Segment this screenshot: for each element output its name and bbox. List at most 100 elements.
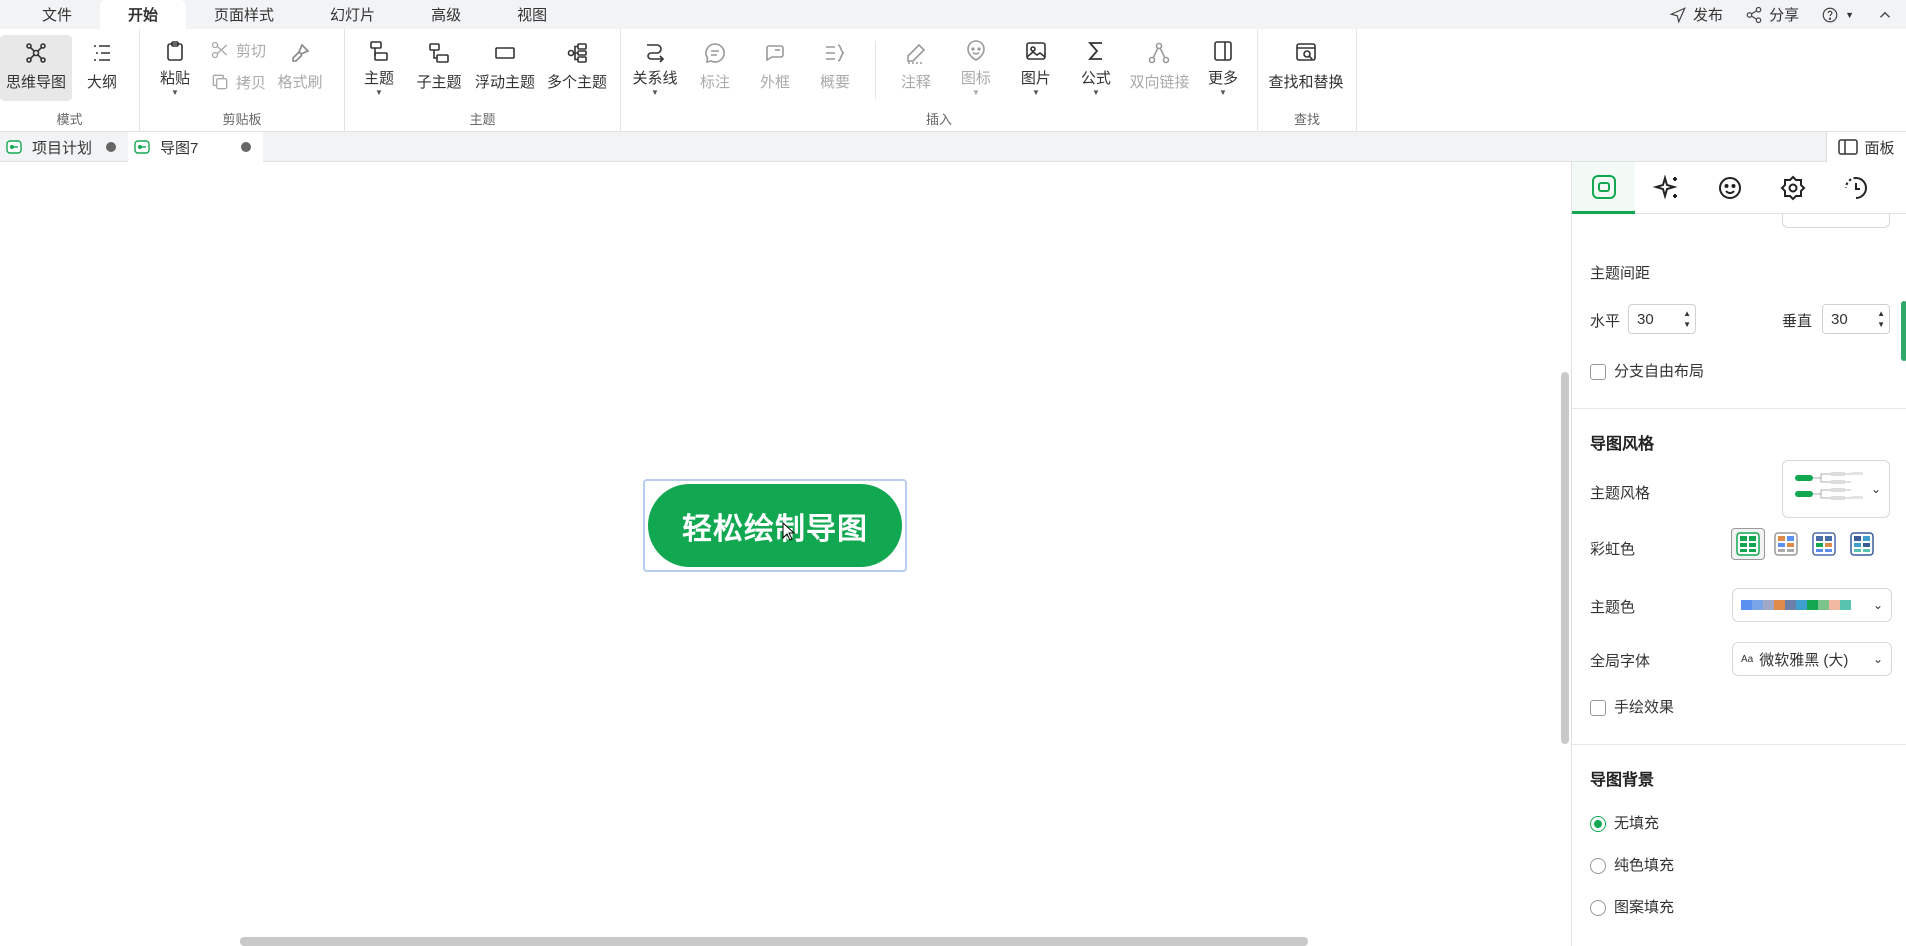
hand-drawn-checkbox[interactable]: [1590, 700, 1606, 717]
multi-topic-button[interactable]: 多个主题: [541, 35, 613, 101]
outline-mode-button[interactable]: 大纲: [72, 35, 132, 101]
free-layout-checkbox[interactable]: [1590, 364, 1606, 381]
image-icon: [1026, 42, 1046, 60]
bg-pattern-row[interactable]: 图案填充: [1590, 896, 1674, 917]
mindmap-mode-button[interactable]: 思维导图: [0, 35, 73, 101]
clipboard-icon: [167, 41, 183, 61]
bg-solid-radio[interactable]: [1590, 858, 1606, 875]
summary-button[interactable]: 概要: [805, 35, 865, 101]
rainbow-option-3[interactable]: [1807, 528, 1841, 560]
horizontal-spacing-stepper[interactable]: 30 ▲ ▼: [1628, 304, 1696, 334]
callout-icon: [705, 43, 725, 64]
clipped-select[interactable]: [1782, 214, 1890, 228]
rainbow-option-4[interactable]: [1845, 528, 1879, 560]
more-icon: [1214, 41, 1232, 61]
help-icon: [1822, 7, 1838, 22]
central-topic[interactable]: 轻松绘制导图: [648, 484, 902, 567]
rainbow-grid-icon: [1736, 532, 1760, 556]
bg-none-row[interactable]: 无填充: [1590, 812, 1659, 833]
formula-label: 公式: [1080, 70, 1111, 87]
right-panel: 主题间距 水平 30 ▲ ▼ 垂直 30 ▲ ▼ 分支自由布局 导图风格 主题风格: [1571, 162, 1906, 946]
topic-style-select[interactable]: ⌄: [1782, 460, 1890, 518]
bg-solid-label: 纯色填充: [1614, 857, 1675, 874]
global-font-select[interactable]: Aa 微软雅黑 (大) ⌄: [1732, 642, 1892, 676]
group-label-find: 查找: [1293, 112, 1320, 127]
menu-tab-slides[interactable]: 幻灯片: [302, 0, 403, 29]
menu-tab-advanced[interactable]: 高级: [403, 0, 489, 29]
hand-drawn-row[interactable]: 手绘效果: [1590, 696, 1674, 717]
floating-topic-button[interactable]: 浮动主题: [469, 35, 541, 101]
unsaved-dot-icon[interactable]: [241, 142, 251, 152]
copy-icon: [212, 74, 228, 90]
more-button[interactable]: 更多 ▼: [1193, 35, 1253, 101]
theme-color-swatch: [1840, 600, 1851, 610]
relation-line-button[interactable]: 关系线 ▼: [625, 35, 685, 101]
rainbow-option-2[interactable]: [1769, 528, 1803, 560]
doc-tab-map7[interactable]: 导图7: [128, 132, 263, 162]
menu-tab-page-style[interactable]: 页面样式: [186, 0, 302, 29]
mindmap-mode-label: 思维导图: [6, 74, 67, 91]
panel-scrollbar[interactable]: [1901, 301, 1906, 361]
panel-tab-theme[interactable]: [1761, 162, 1824, 214]
vertical-spacing-stepper[interactable]: 30 ▲ ▼: [1822, 304, 1890, 334]
vertical-scrollbar[interactable]: [1561, 372, 1569, 744]
bilink-button[interactable]: 双向链接: [1126, 35, 1193, 101]
divider: [1572, 408, 1906, 409]
dropdown-caret-icon: ▼: [1845, 9, 1854, 20]
chevron-down-icon: ⌄: [1870, 482, 1881, 496]
panel-tab-style[interactable]: [1572, 162, 1635, 214]
topic-button[interactable]: 主题 ▼: [349, 35, 409, 101]
style-icon: [1591, 174, 1616, 199]
menu-tab-home[interactable]: 开始: [100, 0, 187, 29]
multi-topic-icon: [567, 43, 587, 63]
bg-none-label: 无填充: [1614, 815, 1660, 832]
topic-icon: [370, 41, 388, 61]
bg-pattern-radio[interactable]: [1590, 900, 1606, 917]
more-dropdown-icon: ▼: [1219, 88, 1227, 97]
find-replace-button[interactable]: 查找和替换: [1262, 35, 1350, 101]
format-painter-button[interactable]: 格式刷: [270, 35, 330, 101]
summary-label: 概要: [819, 74, 850, 91]
unsaved-dot-icon[interactable]: [106, 142, 116, 152]
panel-tab-icons[interactable]: [1698, 162, 1761, 214]
doc-tab-project-plan[interactable]: 项目计划: [0, 132, 128, 162]
subtopic-button[interactable]: 子主题: [409, 35, 469, 101]
send-icon: [1669, 6, 1686, 24]
share-button[interactable]: 分享: [1745, 4, 1799, 25]
panel-toggle-button[interactable]: 面板: [1826, 132, 1906, 162]
collapse-ribbon-button[interactable]: [1876, 6, 1894, 24]
cut-button[interactable]: 剪切: [206, 37, 270, 63]
rainbow-option-1[interactable]: [1731, 528, 1765, 560]
icon-button[interactable]: 图标 ▼: [946, 35, 1006, 101]
history-icon: [1844, 177, 1867, 199]
note-label: 注释: [900, 74, 931, 91]
callout-button[interactable]: 标注: [685, 35, 745, 101]
panel-tab-history[interactable]: [1824, 162, 1887, 214]
ribbon: 思维导图 大纲 模式 粘贴 ▼ 剪切 拷贝 格式刷 剪贴板 主题 ▼ 子主题 浮…: [0, 29, 1906, 132]
horizontal-scrollbar[interactable]: [240, 937, 1308, 946]
paste-button[interactable]: 粘贴 ▼: [144, 35, 206, 101]
stepper-arrows-icon[interactable]: ▲ ▼: [1877, 308, 1885, 330]
bg-solid-row[interactable]: 纯色填充: [1590, 854, 1674, 875]
publish-button[interactable]: 发布: [1669, 4, 1723, 25]
image-button[interactable]: 图片 ▼: [1006, 35, 1066, 101]
theme-color-swatch: [1807, 600, 1818, 610]
boundary-button[interactable]: 外框: [745, 35, 805, 101]
formula-button[interactable]: 公式 ▼: [1066, 35, 1126, 101]
emoji-icon: [967, 40, 985, 61]
panel-tab-ai[interactable]: [1635, 162, 1698, 214]
help-button[interactable]: ▼: [1821, 6, 1854, 24]
relation-line-label: 关系线: [632, 70, 678, 87]
note-button[interactable]: 注释: [886, 35, 946, 101]
bg-none-radio[interactable]: [1590, 816, 1606, 833]
stepper-arrows-icon[interactable]: ▲ ▼: [1683, 308, 1691, 330]
menu-tab-file[interactable]: 文件: [14, 0, 100, 29]
copy-button[interactable]: 拷贝: [206, 69, 270, 95]
menu-bar: 文件 开始 页面样式 幻灯片 高级 视图 发布 分享 ▼: [0, 0, 1906, 29]
theme-color-swatch: [1741, 600, 1752, 610]
theme-color-select[interactable]: ⌄: [1732, 588, 1892, 622]
brush-icon: [292, 43, 310, 62]
theme-color-swatch: [1774, 600, 1785, 610]
free-layout-row[interactable]: 分支自由布局: [1590, 360, 1704, 381]
menu-tab-view[interactable]: 视图: [489, 0, 575, 29]
